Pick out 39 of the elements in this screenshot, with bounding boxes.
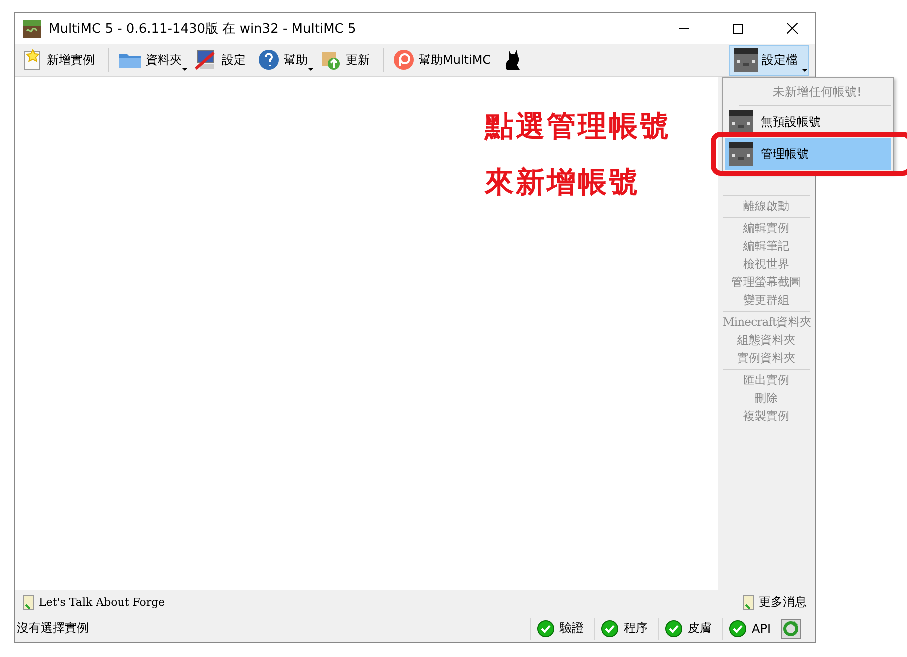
refresh-icon[interactable] bbox=[781, 618, 801, 638]
settings-icon bbox=[194, 49, 218, 71]
check-icon bbox=[665, 620, 684, 638]
menu-item[interactable]: 無預設帳號 bbox=[725, 106, 891, 138]
check-icon bbox=[601, 620, 620, 638]
app-logo-icon bbox=[23, 20, 41, 38]
news-icon bbox=[23, 594, 35, 610]
toolbar-button[interactable]: 幫助MultiMC bbox=[391, 46, 498, 74]
menu-item[interactable]: 管理帳號 bbox=[725, 138, 891, 170]
toolbar-button[interactable]: 幫助 bbox=[256, 46, 314, 74]
service-label: 程序 bbox=[624, 620, 648, 637]
status-text: 沒有選擇實例 bbox=[17, 620, 90, 637]
annotation-text: 點選管理帳號 bbox=[485, 108, 671, 145]
toolbar-button[interactable]: 更新 bbox=[318, 46, 376, 74]
menu-item[interactable]: 未新增任何帳號! bbox=[739, 80, 891, 106]
avatar-icon bbox=[729, 142, 753, 166]
window-title: MultiMC 5 - 0.6.11-1430版 在 win32 - MultiMC 5 bbox=[49, 20, 358, 38]
service-label: API bbox=[752, 622, 771, 636]
check-icon bbox=[729, 620, 748, 638]
caret-icon bbox=[802, 68, 808, 72]
annotation-text: 來新增帳號 bbox=[485, 164, 641, 201]
service-label: 驗證 bbox=[560, 620, 584, 637]
check-icon bbox=[537, 620, 556, 638]
profile-button[interactable]: 設定檔 bbox=[729, 44, 809, 76]
toolbar-button[interactable]: 設定 bbox=[192, 46, 252, 74]
help-icon bbox=[258, 49, 280, 71]
news-link[interactable]: Let's Talk About Forge bbox=[23, 594, 166, 610]
news-icon bbox=[743, 594, 755, 610]
close-icon bbox=[786, 23, 798, 34]
toolbar-button[interactable]: 資料夾 bbox=[116, 46, 188, 74]
avatar-icon bbox=[729, 110, 753, 134]
avatar-icon bbox=[734, 48, 758, 72]
maximize-icon bbox=[733, 24, 743, 34]
patreon-icon bbox=[393, 49, 415, 71]
new-instance-icon bbox=[23, 49, 43, 71]
toolbar-button[interactable]: 新增實例 bbox=[21, 46, 101, 74]
service-label: 皮膚 bbox=[688, 620, 712, 637]
update-icon bbox=[320, 49, 342, 71]
more-news-button[interactable]: 更多消息 bbox=[743, 594, 807, 611]
